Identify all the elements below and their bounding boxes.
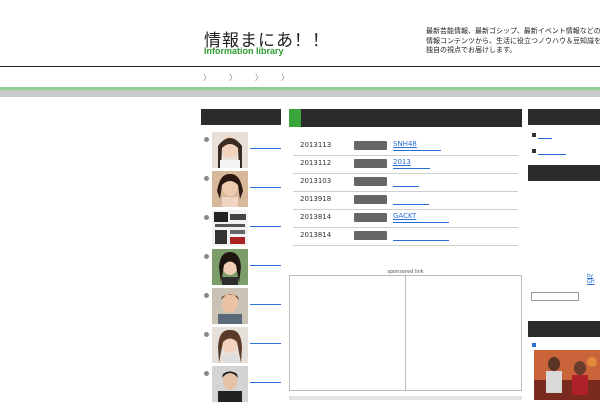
nav-item-2[interactable]: 〉 bbox=[229, 72, 237, 83]
celebrity-item[interactable] bbox=[201, 327, 281, 365]
celebrity-thumbnail[interactable] bbox=[212, 288, 248, 324]
celebrity-link[interactable] bbox=[250, 136, 281, 149]
news-date: 2013814 bbox=[300, 231, 332, 239]
news-row[interactable]: 2013814 GACKT bbox=[293, 209, 518, 228]
news-category-badge bbox=[354, 177, 387, 186]
nav-item-3[interactable]: 〉 bbox=[255, 72, 263, 83]
section-footer-bar bbox=[289, 396, 522, 400]
news-title-link[interactable] bbox=[393, 194, 429, 205]
celebrity-item[interactable] bbox=[201, 249, 281, 287]
celebrity-link[interactable] bbox=[250, 175, 281, 188]
celebrity-item[interactable] bbox=[201, 132, 281, 170]
nav-item-1[interactable]: 〉 bbox=[203, 72, 211, 83]
news-row[interactable]: 2013918 bbox=[293, 191, 518, 210]
news-date: 2013113 bbox=[300, 141, 332, 149]
news-date: 2013814 bbox=[300, 213, 332, 221]
news-row[interactable]: 2013103 bbox=[293, 173, 518, 192]
nav-shadow-strip bbox=[0, 90, 600, 97]
featured-photo[interactable] bbox=[534, 350, 600, 400]
news-row[interactable]: 2013814 bbox=[293, 227, 518, 246]
celebrity-thumbnail[interactable] bbox=[212, 366, 248, 402]
news-date: 2013112 bbox=[300, 159, 332, 167]
news-section-heading bbox=[289, 109, 522, 127]
news-category-badge bbox=[354, 141, 387, 150]
square-bullet-icon bbox=[532, 133, 536, 137]
bullet-icon bbox=[204, 176, 209, 181]
bullet-icon bbox=[204, 137, 209, 142]
celebrity-item[interactable] bbox=[201, 288, 281, 326]
celebrity-thumbnail[interactable] bbox=[212, 171, 248, 207]
bullet-icon bbox=[204, 293, 209, 298]
celebrity-thumbnail[interactable] bbox=[212, 327, 248, 363]
celebrity-item[interactable] bbox=[201, 171, 281, 209]
site-description: 最新芸能情報、最新ゴシップ、最新イベント情報などの 情報コンテンツから、生活に役… bbox=[426, 27, 600, 56]
bullet-icon bbox=[204, 215, 209, 220]
search-button[interactable] bbox=[582, 293, 594, 301]
nav-item-4[interactable]: 〉 bbox=[281, 72, 289, 83]
link-underline[interactable] bbox=[538, 148, 566, 155]
right-sidebar-link[interactable] bbox=[532, 132, 572, 140]
news-category-badge bbox=[354, 231, 387, 240]
global-nav: 〉 〉 〉 〉 bbox=[0, 67, 600, 87]
site-subtitle: Information library bbox=[204, 46, 284, 56]
news-category-badge bbox=[354, 213, 387, 222]
news-row[interactable]: 2013113 SNH48 bbox=[293, 137, 518, 156]
celebrity-thumbnail[interactable] bbox=[212, 132, 248, 168]
heading-accent bbox=[289, 109, 301, 127]
credit-link[interactable]: by GH bbox=[587, 273, 600, 285]
site-description-line: 最新芸能情報、最新ゴシップ、最新イベント情報などの bbox=[426, 27, 600, 35]
news-title-link[interactable] bbox=[393, 230, 449, 241]
bullet-icon bbox=[204, 371, 209, 376]
square-bullet-icon bbox=[532, 343, 536, 347]
left-sidebar-heading bbox=[201, 109, 281, 125]
news-title-link[interactable] bbox=[393, 176, 419, 187]
news-category-badge bbox=[354, 159, 387, 168]
news-title-link[interactable]: 2013 bbox=[393, 158, 430, 169]
celebrity-link[interactable] bbox=[250, 292, 281, 305]
bullet-icon bbox=[204, 254, 209, 259]
right-sidebar-heading-3 bbox=[528, 321, 600, 337]
site-description-line: 情報コンテンツから、生活に役立つノウハウ＆豆知識を bbox=[426, 36, 600, 45]
ad-divider bbox=[405, 275, 406, 391]
site-description-line: 独自の視点でお届けします。 bbox=[426, 46, 517, 54]
celebrity-link[interactable] bbox=[250, 214, 281, 227]
news-category-badge bbox=[354, 195, 387, 204]
celebrity-link[interactable] bbox=[250, 370, 281, 383]
celebrity-link[interactable] bbox=[250, 253, 281, 266]
link-underline[interactable] bbox=[538, 132, 552, 139]
news-date: 2013918 bbox=[300, 195, 332, 203]
celebrity-thumbnail[interactable] bbox=[212, 249, 248, 285]
news-date: 2013103 bbox=[300, 177, 332, 185]
news-title-link[interactable]: SNH48 bbox=[393, 140, 441, 151]
celebrity-item[interactable] bbox=[201, 366, 281, 404]
right-sidebar-heading bbox=[528, 109, 600, 125]
square-bullet-icon bbox=[532, 149, 536, 153]
bullet-icon bbox=[204, 332, 209, 337]
celebrity-link[interactable] bbox=[250, 331, 281, 344]
search-input[interactable] bbox=[531, 292, 579, 301]
celebrity-thumbnail[interactable] bbox=[212, 210, 248, 246]
right-sidebar-link[interactable] bbox=[532, 148, 572, 156]
news-title-link[interactable]: GACKT bbox=[393, 212, 449, 223]
right-sidebar-heading-2 bbox=[528, 165, 600, 181]
news-row[interactable]: 2013112 2013 bbox=[293, 155, 518, 174]
celebrity-item[interactable] bbox=[201, 210, 281, 248]
